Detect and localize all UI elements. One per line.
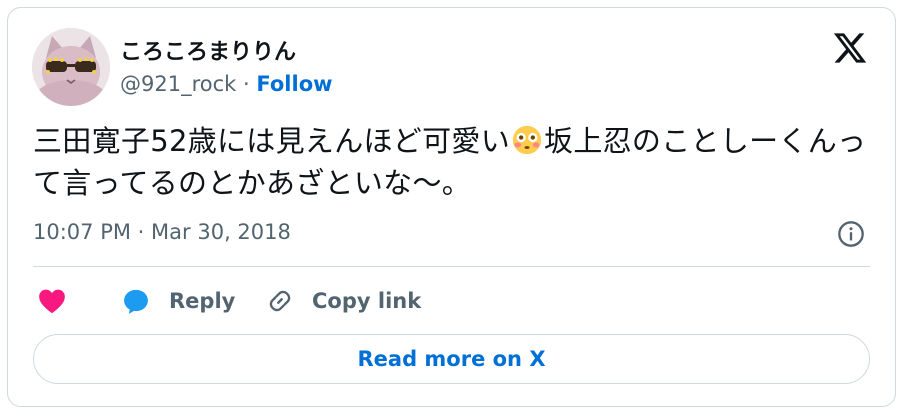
tweet-date[interactable]: Mar 30, 2018 [151,220,291,244]
follow-link[interactable]: Follow [256,72,332,96]
reply-button[interactable]: Reply [121,284,235,318]
tweet-time[interactable]: 10:07 PM [33,220,131,244]
link-icon [269,290,291,312]
info-icon[interactable] [837,220,865,248]
avatar[interactable] [32,28,110,106]
copy-link-button[interactable]: Copy link [266,284,421,318]
handle-separator: · [243,72,250,96]
handle-row: @921_rock · Follow [120,72,333,96]
tweet-text: 三田寛子52歳には見えんほど可愛い 坂上忍のことしーくんって言ってるのとかあざとい… [33,120,878,204]
user-handle[interactable]: @921_rock [120,72,236,96]
copy-link-label: Copy link [312,289,422,313]
display-name[interactable]: ころころまりりん [120,34,296,66]
like-button[interactable] [38,284,66,318]
heart-icon [39,289,65,314]
divider [33,266,870,267]
tweet-timestamp[interactable]: 10:07 PM · Mar 30, 2018 [33,220,291,244]
tweet-card: ころころまりりん @921_rock · Follow 三田寛子52歳には見えん… [7,7,896,407]
date-separator: · [137,220,145,244]
flushed-face-emoji-icon [512,125,542,155]
reply-bubble-icon [124,289,148,314]
cat-avatar-icon [32,28,110,106]
tweet-text-part1: 三田寛子52歳には見えんほど可愛い [33,124,511,158]
reply-label: Reply [169,289,236,313]
read-more-button[interactable]: Read more on X [33,334,870,384]
x-logo-icon[interactable] [831,30,869,66]
